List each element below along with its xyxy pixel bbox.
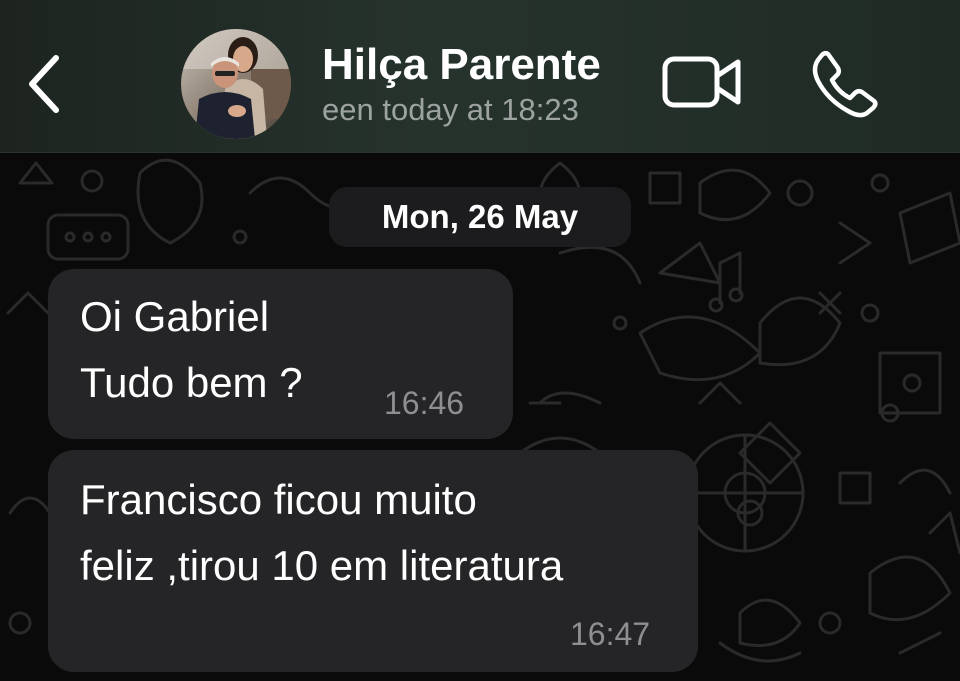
message-bubble[interactable]: Francisco ficou muito feliz ,tirou 10 em… bbox=[48, 450, 698, 672]
contact-avatar[interactable] bbox=[181, 29, 291, 139]
back-button[interactable] bbox=[14, 46, 74, 122]
message-text-line: feliz ,tirou 10 em literatura bbox=[80, 542, 564, 589]
message-text-line: Tudo bem ? bbox=[80, 359, 303, 406]
avatar-photo bbox=[181, 29, 291, 139]
message-timestamp: 16:47 bbox=[570, 616, 651, 652]
message-bubble[interactable]: Oi Gabriel Tudo bem ? 16:46 bbox=[48, 269, 513, 439]
chevron-left-icon bbox=[29, 55, 59, 113]
contact-name[interactable]: Hilça Parente bbox=[322, 40, 601, 90]
message-timestamp: 16:46 bbox=[384, 385, 465, 421]
voice-call-button[interactable] bbox=[810, 48, 880, 118]
date-separator: Mon, 26 May bbox=[329, 187, 631, 247]
message-text-line: Francisco ficou muito bbox=[80, 476, 477, 523]
phone-icon bbox=[812, 50, 878, 118]
last-seen-status: een today at 18:23 bbox=[322, 92, 579, 127]
video-camera-icon bbox=[662, 56, 741, 108]
video-call-button[interactable] bbox=[660, 54, 744, 110]
message-text-line: Oi Gabriel bbox=[80, 293, 270, 340]
chat-header: Hilça Parente een today at 18:23 bbox=[0, 0, 960, 153]
